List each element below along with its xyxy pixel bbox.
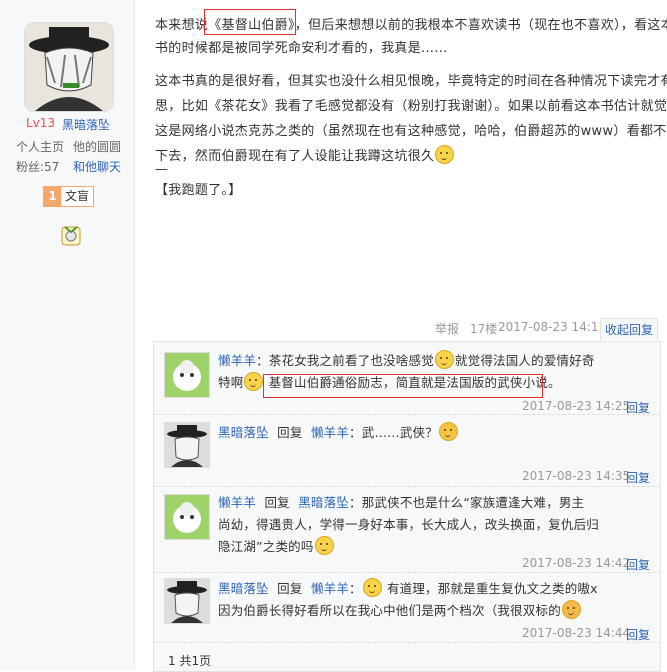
reply-content: 就觉得法国人的爱情好奇 bbox=[454, 353, 595, 368]
user-level: Lv13 bbox=[26, 116, 56, 130]
highlight-box-reply bbox=[263, 374, 543, 398]
post-meta: 举报 bbox=[435, 320, 459, 337]
pagination: 1 共1页 bbox=[168, 654, 212, 668]
author-name-link[interactable]: 黑暗落坠 bbox=[62, 116, 110, 133]
reply-content: 隐江湖”之类的吗 bbox=[218, 539, 314, 554]
reply-button[interactable]: 回复 bbox=[626, 469, 650, 486]
smile-emoji-icon bbox=[314, 536, 334, 555]
floor-number: 17楼 bbox=[470, 322, 498, 336]
reply-content: 特啊 bbox=[218, 375, 244, 390]
smile-emoji-icon bbox=[434, 350, 454, 369]
reply-text: 黑暗落坠 回复 懒羊羊： 有道理，那就是重生复仇文之类的嗷x 因为伯爵长得好看所… bbox=[218, 578, 648, 622]
reply-to-link[interactable]: 黑暗落坠 bbox=[298, 495, 349, 510]
reply-content: ：武……武侠？ bbox=[349, 425, 438, 440]
reply-avatar[interactable] bbox=[164, 494, 210, 540]
reply-avatar[interactable] bbox=[164, 578, 210, 624]
reply-item: 黑暗落坠 回复 懒羊羊： 有道理，那就是重生复仇文之类的嗷x 因为伯爵长得好看所… bbox=[154, 572, 660, 643]
post-time: 2017-08-23 14:11 bbox=[498, 320, 607, 334]
reply-text: 黑暗落坠 回复 懒羊羊：武……武侠？ bbox=[218, 422, 648, 444]
sweat-emoji-icon bbox=[561, 600, 581, 619]
smile-emoji-icon bbox=[435, 145, 455, 164]
post-line-5: 这是网络小说杰克苏之类的（虽然现在也有这种感觉，哈哈，伯爵超苏的www）看都不会… bbox=[155, 124, 667, 139]
reply-time: 2017-08-23 14:25 bbox=[522, 399, 631, 413]
home-link[interactable]: 个人主页 bbox=[16, 138, 64, 155]
collapse-replies-button[interactable]: 收起回复 bbox=[600, 318, 659, 340]
reply-item: 懒羊羊 回复 黑暗落坠：那武侠不也是什么“家族遭逢大难，男主 尚幼，得遇贵人，学… bbox=[154, 486, 660, 573]
fans-count: 粉丝:57 bbox=[16, 160, 60, 174]
fan-badge[interactable]: 1 文盲 bbox=[43, 186, 95, 207]
author-avatar[interactable] bbox=[24, 22, 114, 112]
reply-text: 懒羊羊 回复 黑暗落坠：那武侠不也是什么“家族遭逢大难，男主 尚幼，得遇贵人，学… bbox=[218, 492, 648, 558]
reply-content: ：那武侠不也是什么“家族遭逢大难，男主 bbox=[349, 495, 585, 510]
post-line-6: 下去，然而伯爵现在有了人设能让我蹲这坑很久 bbox=[155, 149, 435, 164]
reply-item: 懒羊羊：茶花女我之前看了也没啥感觉 就觉得法国人的爱情好奇 特啊 基督山伯爵通俗励… bbox=[154, 342, 660, 415]
reply-time: 2017-08-23 14:42 bbox=[522, 556, 631, 570]
smile-emoji-icon bbox=[244, 372, 264, 391]
reply-time: 2017-08-23 14:44 bbox=[522, 626, 631, 640]
reply-content: 因为伯爵长得好看所以在我心中他们是两个档次（我很双标的 bbox=[218, 603, 561, 618]
reply-user-link[interactable]: 懒羊羊 bbox=[218, 353, 256, 368]
garden-link[interactable]: 他的圆圆 bbox=[73, 138, 121, 155]
badge-level: 1 bbox=[44, 187, 61, 206]
reply-content: 有道理，那就是重生复仇文之类的嗷x bbox=[386, 581, 598, 596]
post-line-3: 这本书真的是很好看，但其实也没什么相见恨晚，毕竟特定的时间在各种情况下读完才有意 bbox=[155, 74, 667, 89]
reply-avatar[interactable] bbox=[164, 352, 210, 398]
highlight-box-title bbox=[204, 9, 296, 35]
report-link[interactable]: 举报 bbox=[435, 322, 459, 336]
reply-button[interactable]: 回复 bbox=[626, 626, 650, 643]
post-line-4: 思，比如《茶花女》我看了毛感觉都没有（粉别打我谢谢）。如果以前看这本书估计就觉得 bbox=[155, 99, 667, 114]
reply-label: 回复 bbox=[277, 581, 303, 596]
reply-label: 回复 bbox=[277, 425, 303, 440]
reply-to-link[interactable]: 懒羊羊 bbox=[311, 425, 349, 440]
reply-content: 尚幼，得遇贵人，学得一身好本事，长大成人，改头换面，复仇后归 bbox=[218, 517, 600, 532]
reply-time: 2017-08-23 14:35 bbox=[522, 469, 631, 483]
reply-user-link[interactable]: 黑暗落坠 bbox=[218, 425, 269, 440]
reply-item: 黑暗落坠 回复 懒羊羊：武……武侠？ 2017-08-23 14:35 回复 bbox=[154, 414, 660, 487]
reply-button[interactable]: 回复 bbox=[626, 556, 650, 573]
post-dash: — bbox=[155, 162, 169, 177]
reply-list: 懒羊羊：茶花女我之前看了也没啥感觉 就觉得法国人的爱情好奇 特啊 基督山伯爵通俗励… bbox=[153, 341, 661, 672]
smile-emoji-icon bbox=[362, 578, 382, 597]
thinking-emoji-icon bbox=[438, 422, 458, 441]
chat-link[interactable]: 和他聊天 bbox=[73, 158, 121, 175]
reply-user-link[interactable]: 懒羊羊 bbox=[218, 495, 256, 510]
post-line-8: 【我跑题了。】 bbox=[155, 183, 242, 198]
reply-to-link[interactable]: 懒羊羊 bbox=[311, 581, 349, 596]
post-line-6-wrap: 下去，然而伯爵现在有了人设能让我蹲这坑很久 bbox=[155, 145, 455, 164]
reply-user-link[interactable]: 黑暗落坠 bbox=[218, 581, 269, 596]
reply-label: 回复 bbox=[264, 495, 290, 510]
reply-avatar[interactable] bbox=[164, 422, 210, 468]
badge-title: 文盲 bbox=[61, 187, 94, 206]
medal-icon[interactable] bbox=[59, 223, 83, 247]
reply-content: ：茶花女我之前看了也没啥感觉 bbox=[256, 353, 434, 368]
post-line-2: 书的时候都是被同学死命安利才看的，我真是…… bbox=[155, 41, 448, 56]
author-panel: Lv13 黑暗落坠 个人主页 他的圆圆 粉丝:57 和他聊天 1 文盲 bbox=[0, 0, 135, 670]
